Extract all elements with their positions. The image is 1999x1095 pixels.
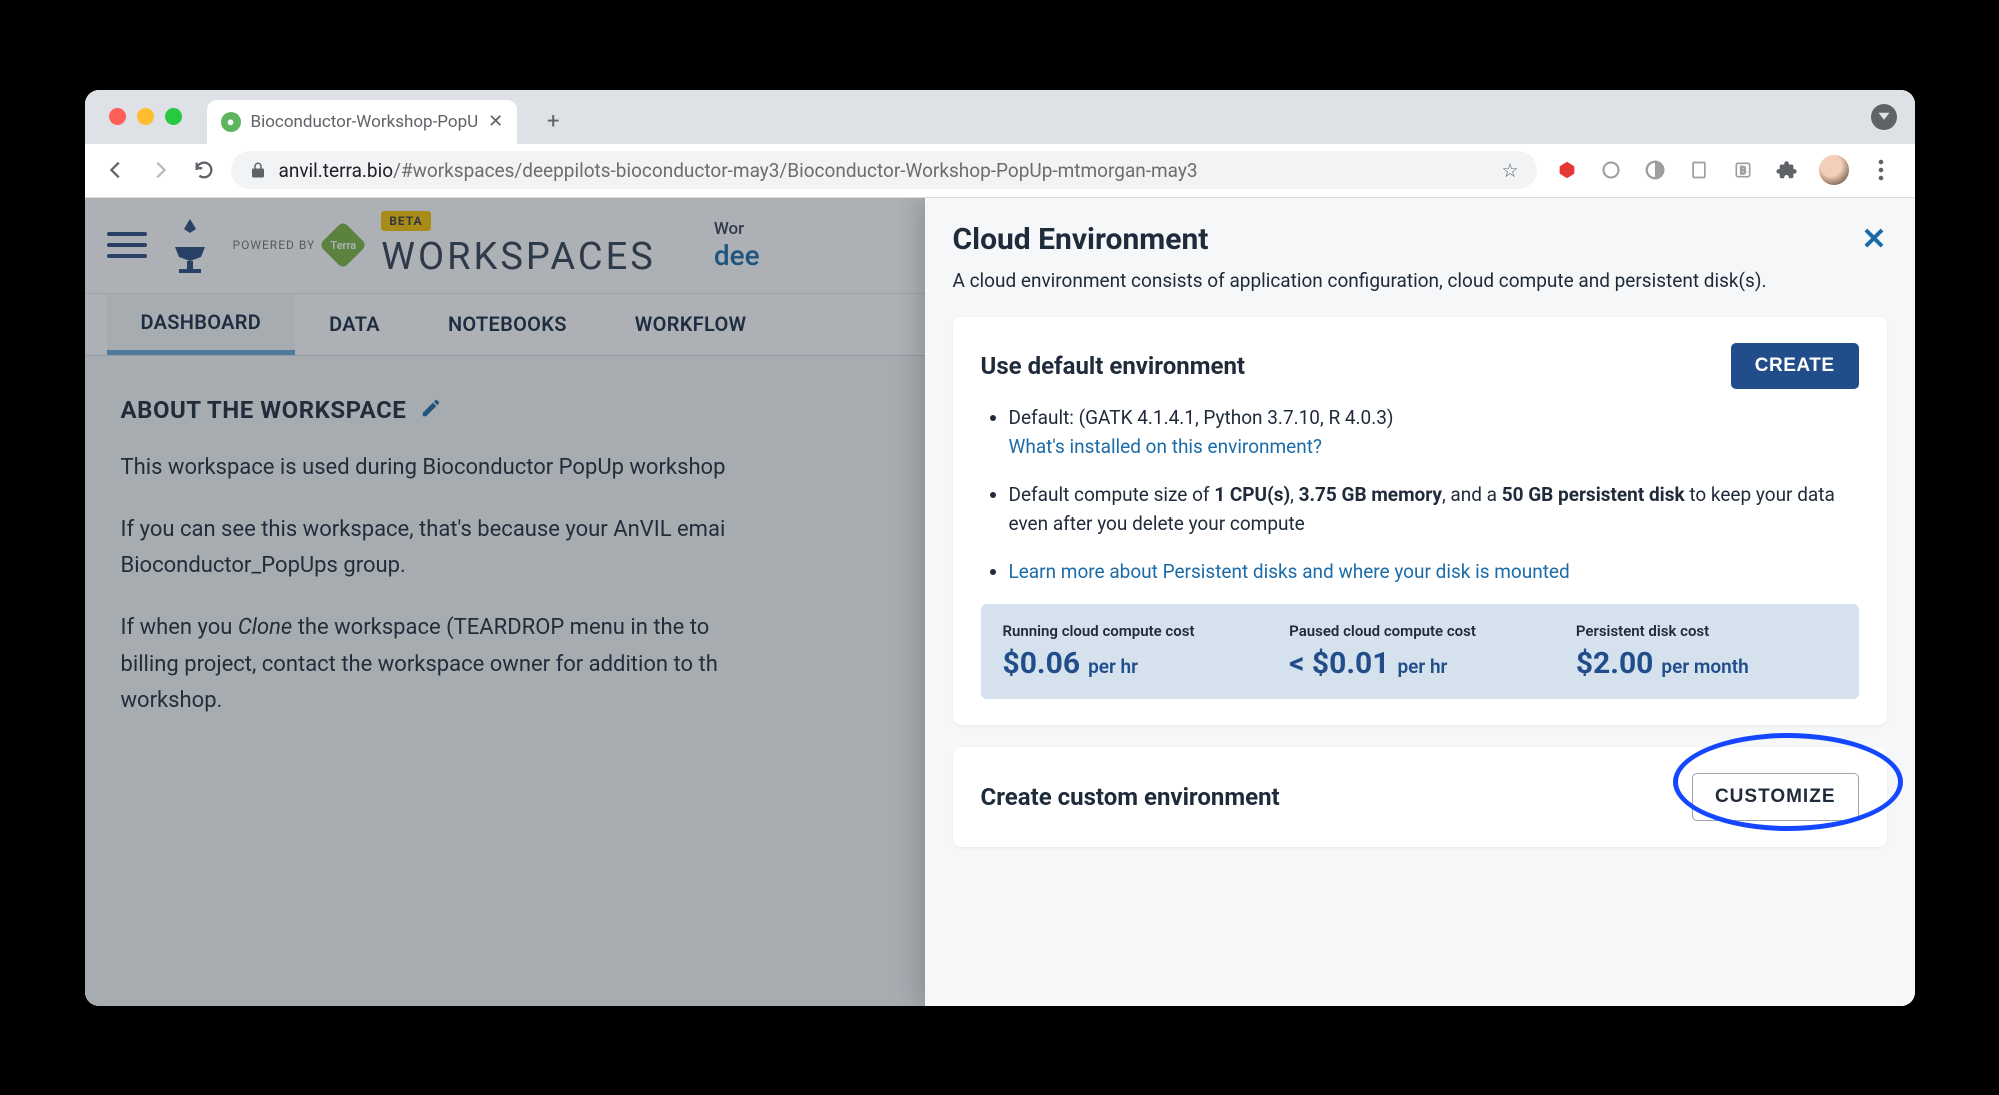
cost-running: Running cloud compute cost $0.06per hr xyxy=(1003,622,1264,681)
default-env-title: Use default environment xyxy=(981,352,1246,380)
new-tab-button[interactable]: + xyxy=(535,104,571,140)
cloud-environment-panel: Cloud Environment ✕ A cloud environment … xyxy=(925,198,1915,1006)
lock-icon xyxy=(249,161,267,179)
extension-icons: B xyxy=(1547,155,1901,185)
learn-more-link[interactable]: Learn more about Persistent disks and wh… xyxy=(1009,560,1570,583)
cost-summary: Running cloud compute cost $0.06per hr P… xyxy=(981,604,1859,699)
favicon-icon: ● xyxy=(221,112,241,132)
extension-icon-2[interactable] xyxy=(1599,158,1623,182)
page-viewport: POWERED BY Terra BETA WORKSPACES Wor dee xyxy=(85,198,1915,1006)
extension-icon-5[interactable]: B xyxy=(1731,158,1755,182)
bookmark-star-icon[interactable]: ☆ xyxy=(1501,159,1518,182)
custom-env-title: Create custom environment xyxy=(981,783,1280,811)
extension-icon-4[interactable] xyxy=(1687,158,1711,182)
close-icon[interactable]: ✕ xyxy=(1861,222,1886,257)
url-path: /#workspaces/deeppilots-bioconductor-may… xyxy=(393,159,1198,182)
window-maximize-button[interactable] xyxy=(165,108,182,125)
forward-button[interactable] xyxy=(143,153,177,187)
panel-subtitle: A cloud environment consists of applicat… xyxy=(953,267,1887,296)
svg-text:B: B xyxy=(1739,166,1745,177)
window-controls xyxy=(109,108,182,125)
browser-toolbar: anvil.terra.bio/#workspaces/deeppilots-b… xyxy=(85,144,1915,198)
tab-close-button[interactable]: ✕ xyxy=(488,111,503,132)
chrome-menu-icon[interactable] xyxy=(1869,158,1893,182)
tab-overflow-icon[interactable] xyxy=(1871,104,1897,130)
browser-window: ● Bioconductor-Workshop-PopU ✕ + anvil.t… xyxy=(85,90,1915,1006)
custom-environment-card: Create custom environment CUSTOMIZE xyxy=(953,747,1887,847)
cost-disk: Persistent disk cost $2.00per month xyxy=(1576,622,1837,681)
create-button[interactable]: CREATE xyxy=(1731,343,1859,389)
address-bar[interactable]: anvil.terra.bio/#workspaces/deeppilots-b… xyxy=(231,151,1537,189)
tab-strip: ● Bioconductor-Workshop-PopU ✕ + xyxy=(85,90,1915,144)
default-env-item-3: Learn more about Persistent disks and wh… xyxy=(1009,557,1859,586)
extension-icon-1[interactable] xyxy=(1555,158,1579,182)
browser-tab[interactable]: ● Bioconductor-Workshop-PopU ✕ xyxy=(207,100,518,144)
whats-installed-link[interactable]: What's installed on this environment? xyxy=(1009,435,1322,458)
back-button[interactable] xyxy=(99,153,133,187)
window-close-button[interactable] xyxy=(109,108,126,125)
profile-avatar[interactable] xyxy=(1819,155,1849,185)
extension-icon-3[interactable] xyxy=(1643,158,1667,182)
url-host: anvil.terra.bio xyxy=(279,159,394,182)
default-env-item-1: Default: (GATK 4.1.4.1, Python 3.7.10, R… xyxy=(1009,403,1859,462)
window-minimize-button[interactable] xyxy=(137,108,154,125)
reload-button[interactable] xyxy=(187,153,221,187)
default-environment-card: Use default environment CREATE Default: … xyxy=(953,317,1887,725)
cost-paused: Paused cloud compute cost < $0.01per hr xyxy=(1289,622,1550,681)
tab-title: Bioconductor-Workshop-PopU xyxy=(251,112,479,132)
default-env-item-2: Default compute size of 1 CPU(s), 3.75 G… xyxy=(1009,480,1859,539)
customize-button[interactable]: CUSTOMIZE xyxy=(1692,773,1859,821)
panel-title: Cloud Environment xyxy=(953,222,1209,257)
extensions-puzzle-icon[interactable] xyxy=(1775,158,1799,182)
